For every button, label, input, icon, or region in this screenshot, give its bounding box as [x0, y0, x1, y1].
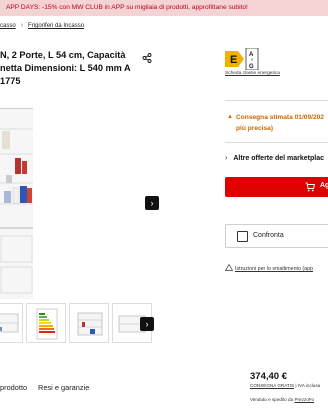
marketplace-offers-label: Altre offerte del marketplac	[233, 155, 324, 162]
compare-toggle[interactable]: Confronta	[225, 224, 328, 248]
tab-returns[interactable]: Resi e garanzie	[38, 383, 89, 392]
chevron-right-icon: ›	[145, 319, 149, 329]
chevron-right-icon: ›	[150, 198, 154, 208]
thumbnail-1[interactable]	[0, 303, 23, 343]
delivery-line-2: più precisa)	[236, 125, 274, 132]
delivery-line-1: Consegna stimata 01/09/202	[236, 114, 324, 121]
tab-product[interactable]: prodotto	[0, 383, 27, 392]
thumb-energy-label	[36, 308, 58, 340]
compare-label: Confronta	[253, 232, 284, 239]
energy-scale-bottom: G	[249, 64, 254, 70]
seller-link[interactable]: PrezzoFo	[294, 397, 314, 402]
disposal-instructions-link[interactable]: Istruzioni per lo smaltimento (app	[225, 264, 313, 272]
add-to-cart-label: Ag	[320, 182, 328, 189]
shipping-info: CONSEGNA GRATIS | IVA inclusa	[250, 383, 320, 388]
divider	[225, 142, 328, 143]
share-icon[interactable]	[142, 53, 152, 63]
product-price: 374,40 €	[250, 371, 287, 382]
breadcrumb-separator: ›	[20, 22, 24, 29]
energy-label-icon[interactable]: E A G	[225, 48, 261, 70]
disposal-label: Istruzioni per lo smaltimento (app	[235, 266, 314, 272]
fridge-illustration	[0, 109, 33, 299]
free-shipping-link[interactable]: CONSEGNA GRATIS	[250, 383, 294, 388]
compare-checkbox[interactable]	[237, 231, 248, 242]
energy-scale-top: A	[249, 52, 254, 58]
promo-banner[interactable]: APP DAYS: -15% con MW CLUB in APP su mig…	[0, 0, 328, 16]
add-to-cart-button[interactable]: Ag	[225, 177, 328, 197]
breadcrumb: casso › Frigoriferi da Incasso	[0, 22, 84, 34]
thumbnail-2[interactable]	[26, 303, 66, 343]
thumb-fridge-interior	[77, 312, 103, 336]
recycle-icon	[225, 264, 233, 271]
energy-class: E	[230, 54, 237, 66]
thumbnails-next-button[interactable]: ›	[140, 317, 154, 331]
gallery-next-button[interactable]: ›	[145, 196, 159, 210]
warning-triangle-icon: ▲	[227, 114, 233, 120]
vat-note: | IVA inclusa	[294, 383, 321, 388]
seller-prefix: Venduto e spedito da	[250, 397, 295, 402]
seller-info: Venduto e spedito da PrezzoFo	[250, 397, 314, 402]
cart-icon	[305, 182, 315, 192]
chevron-right-icon: ›	[225, 155, 228, 162]
breadcrumb-current[interactable]: Frigoriferi da Incasso	[28, 23, 84, 29]
thumbnail-3[interactable]	[69, 303, 109, 343]
product-image[interactable]	[0, 108, 33, 299]
divider	[225, 100, 328, 101]
energy-label-link[interactable]: Scheda classe energetica	[225, 71, 280, 76]
thumb-fridge-open	[0, 313, 19, 333]
product-gallery	[0, 100, 140, 305]
breadcrumb-prev[interactable]: casso	[0, 23, 16, 29]
product-title: N, 2 Porte, L 54 cm, Capacità netta Dime…	[0, 50, 131, 86]
marketplace-offers-link[interactable]: › Altre offerte del marketplac	[225, 155, 324, 162]
